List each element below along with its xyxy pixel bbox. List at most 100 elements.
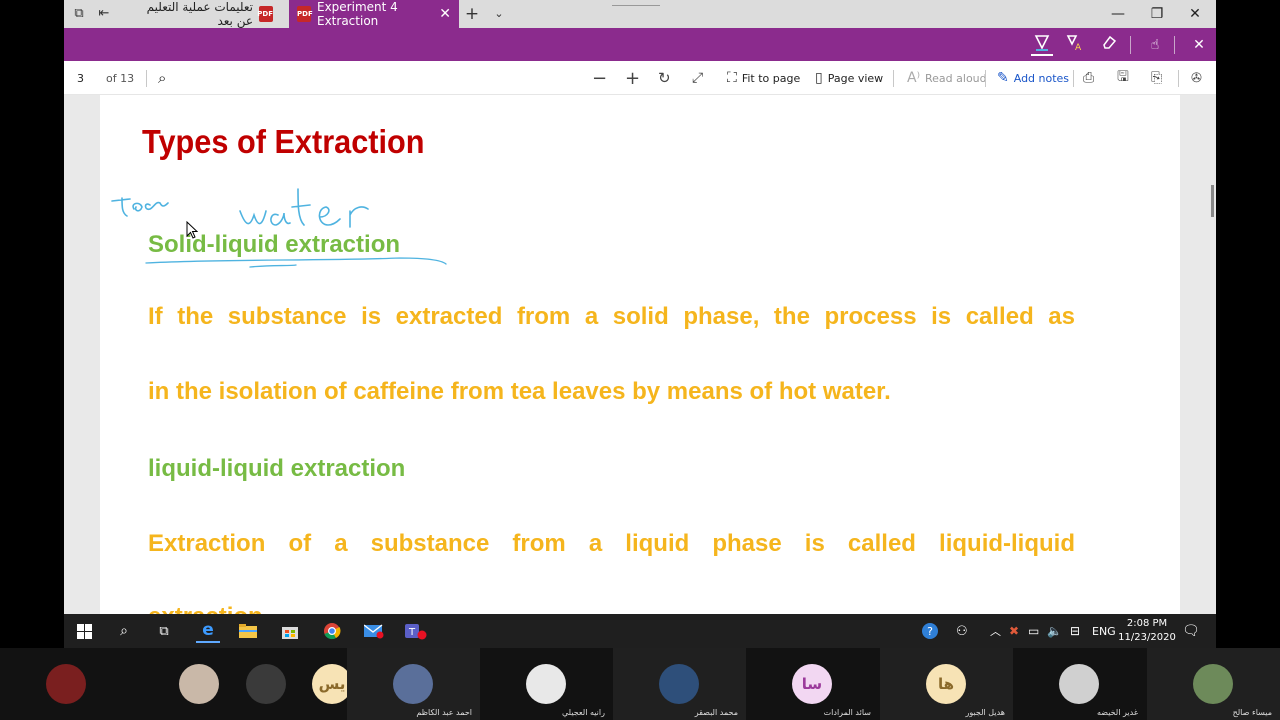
toolbar-divider [1178,70,1179,87]
participant-tile[interactable]: سا سائد المرادات [746,648,879,720]
read-aloud-icon: A⁾ [907,70,921,86]
highlighter-icon[interactable]: A [1064,34,1086,56]
app-tray-icon[interactable]: ✖ [1009,614,1019,648]
battery-icon[interactable]: ▭ [1028,614,1039,648]
notifications-icon[interactable]: 🗨 [1182,614,1200,648]
screen: ⧉ ⇤ PDF تعليمات عملية التعليم عن بعد PDF… [0,0,1280,720]
participant-name: رانيه العجيلي [562,708,605,717]
avatar [526,664,566,704]
chrome-icon[interactable] [320,619,344,643]
people-icon[interactable]: ⚇ [956,614,968,648]
participant-name: غدير الخيضه [1096,708,1138,717]
meeting-participants-strip: يس احمد عبد الكاظم رانيه العجيلي محمد ال… [0,648,1280,720]
chevron-up-icon[interactable]: ︿ [990,614,1001,648]
ink-underline-short [249,264,297,268]
add-notes-button[interactable]: ✎ Add notes [997,61,1069,95]
left-black-bar [0,0,64,648]
paragraph-line: in the isolation of caffeine from tea le… [148,378,891,405]
toolbar-divider [146,70,147,87]
participant-tile[interactable]: ها هديل الجبور [880,648,1013,720]
tab-divider [612,0,660,6]
language-indicator[interactable]: ENG [1092,614,1116,648]
touch-writing-icon[interactable]: ☝ [1144,34,1166,56]
zoom-in-icon[interactable]: + [625,61,640,95]
scrollbar[interactable] [1211,185,1214,217]
fit-page-icon: ⛶ [727,70,737,86]
close-tab-icon[interactable]: ✕ [439,6,451,22]
participant-name: محمد البصقر [694,708,738,717]
new-tab-icon[interactable]: + [463,5,481,23]
clock-time: 2:08 PM [1126,618,1168,629]
avatar: يس [312,664,352,704]
avatar [393,664,433,704]
heading-liquid-liquid: liquid-liquid extraction [148,455,406,482]
eraser-icon[interactable] [1098,34,1120,56]
page-view-button[interactable]: ▯ Page view [815,61,883,95]
restore-icon[interactable]: ❐ [1147,4,1167,24]
avatar: ها [926,664,966,704]
participant-tile[interactable]: محمد البصقر [613,648,746,720]
search-icon[interactable]: ⌕ [112,619,136,643]
help-icon[interactable]: ? [921,614,939,648]
clock-date: 11/23/2020 [1118,632,1176,643]
store-icon[interactable] [278,619,302,643]
page-title: Types of Extraction [142,123,425,160]
edge-icon[interactable]: e [196,619,220,643]
fullscreen-icon[interactable]: ⤢ [692,61,703,95]
pdf-page[interactable]: Types of Extraction Solid-liquid extract… [100,95,1180,614]
participant-name: هديل الجبور [965,708,1005,717]
rotate-icon[interactable]: ↻ [658,61,671,95]
network-icon[interactable]: ⊟ [1070,614,1080,648]
right-black-bar [1216,0,1280,648]
ink-divider [1174,36,1175,54]
ink-word-tea [111,197,169,217]
participant-tile[interactable]: ميساء صالح [1147,648,1280,720]
pen-icon: ✎ [997,70,1009,86]
teams-icon[interactable]: T [404,619,428,643]
toolbar-divider [985,70,986,87]
ballpoint-pen-icon[interactable] [1031,34,1053,56]
speaker-icon[interactable]: 🔈 [1047,614,1062,648]
read-aloud-button[interactable]: A⁾ Read aloud [907,61,987,95]
window-close-icon[interactable]: ✕ [1185,4,1205,24]
tab-active[interactable]: PDF Experiment 4 Extraction ✕ [289,0,459,28]
fit-to-page-button[interactable]: ⛶ Fit to page [727,61,800,95]
participant-tile[interactable]: غدير الخيضه [1013,648,1146,720]
ink-divider [1130,36,1131,54]
search-icon[interactable]: ⌕ [158,61,166,95]
paragraph-line: Extraction of a substance from a liquid … [148,530,1075,557]
participant-name: ميساء صالح [1232,708,1272,717]
print-icon[interactable]: ⎙ [1083,61,1094,95]
participant-tile[interactable]: احمد عبد الكاظم [347,648,480,720]
zoom-out-icon[interactable]: − [592,61,607,95]
tab-actions-icon[interactable]: ⧉ [70,5,88,23]
participant-tile[interactable]: رانيه العجيلي [480,648,613,720]
tab-title: تعليمات عملية التعليم عن بعد [146,0,253,28]
svg-text:A: A [1075,43,1082,52]
participant-tile[interactable] [0,648,133,720]
page-total: of 13 [106,71,135,85]
mail-icon[interactable] [362,619,386,643]
save-as-icon[interactable]: ⎘ [1151,61,1162,95]
minimize-icon[interactable]: — [1108,4,1128,24]
task-view-icon[interactable]: ⧉ [152,619,176,643]
paragraph-line: If the substance is extracted from a sol… [148,303,1075,330]
clock[interactable]: 2:08 PM 11/23/2020 [1118,617,1176,645]
svg-text:T: T [408,627,416,638]
save-icon[interactable]: 🖫 [1117,61,1129,95]
mouse-cursor-icon [186,221,198,239]
pin-toolbar-icon[interactable]: ✇ [1191,61,1202,95]
close-ink-icon[interactable]: ✕ [1188,34,1210,56]
chevron-down-icon[interactable]: ⌄ [490,5,508,23]
set-aside-tabs-icon[interactable]: ⇤ [95,5,113,23]
ink-toolbar: A ☝ ✕ [64,28,1216,61]
windows-start-icon[interactable] [72,619,96,643]
page-view-label: Page view [827,71,884,85]
file-explorer-icon[interactable] [236,619,260,643]
page-view-icon: ▯ [815,70,823,86]
tab-inactive[interactable]: PDF تعليمات عملية التعليم عن بعد [120,0,287,28]
avatar [46,664,86,704]
add-notes-label: Add notes [1013,71,1070,85]
participant-name: سائد المرادات [823,708,871,717]
page-number-input[interactable]: 3 [77,61,84,95]
